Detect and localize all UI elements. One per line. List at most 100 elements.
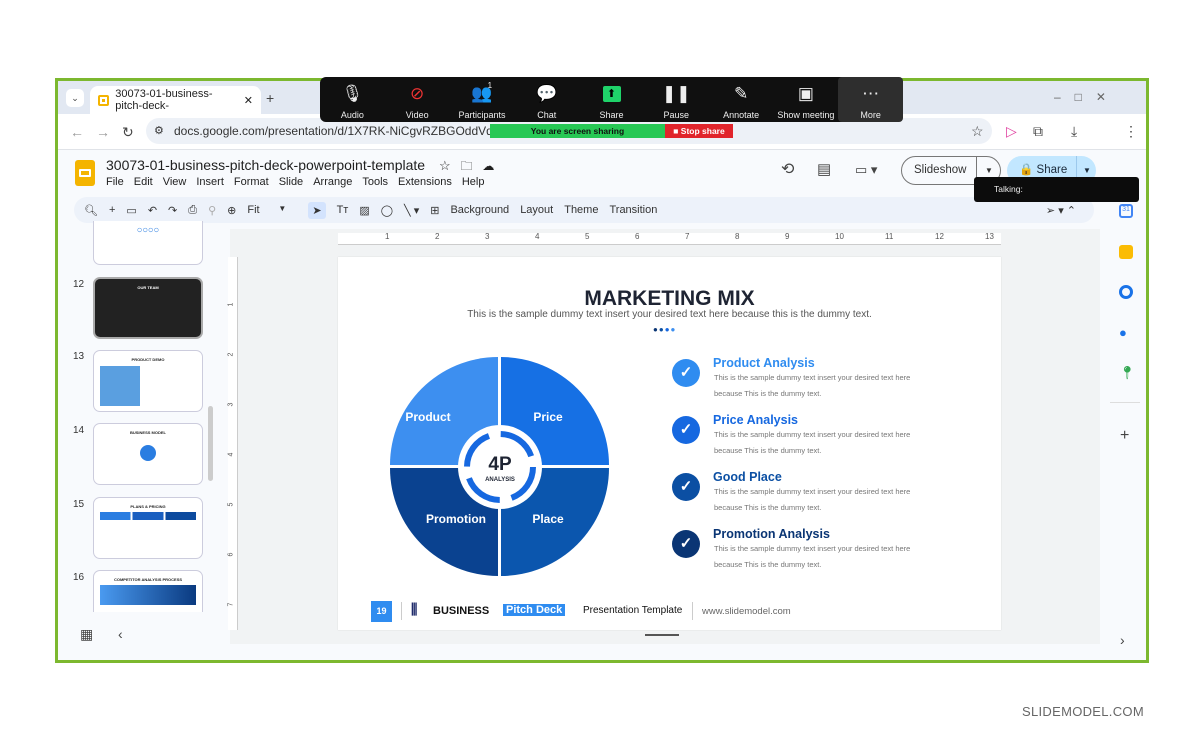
grid-view-icon[interactable]: ▦	[80, 627, 93, 641]
menu-view[interactable]: View	[163, 176, 187, 188]
page-number-badge: 19	[371, 601, 392, 622]
menu-file[interactable]: File	[106, 176, 124, 188]
footer-template: Presentation Template	[583, 605, 683, 616]
slide-number: 12	[73, 279, 85, 290]
slide[interactable]: MARKETING MIX This is the sample dummy t…	[338, 257, 1001, 630]
editor-toolbar: 🔍︎ + ▭ ↶ ↷ ⎙ ⚲ ⊕ Fit ▼ ➤ Tт ▨ ◯ ╲ ▾ ⊞ Background Lay…	[74, 197, 1094, 223]
new-slide-icon[interactable]: +	[109, 204, 115, 216]
ruler-tick-label: 2	[227, 352, 235, 357]
download-icon[interactable]: ⤓	[1071, 124, 1077, 138]
check-circle-icon: ✓	[672, 359, 700, 387]
undo-icon[interactable]: ↶	[148, 204, 157, 217]
decorative-dots: ●●●●	[653, 325, 677, 334]
extension-icon[interactable]: ▷	[1006, 124, 1017, 138]
zoom-button-label: Pause	[663, 110, 690, 120]
zoom-icon[interactable]: ⊕	[227, 204, 236, 217]
share-screen-icon: ⬆	[602, 86, 621, 102]
site-info-icon[interactable]: ⚙	[154, 118, 164, 144]
side-panel-divider	[1110, 402, 1140, 403]
ruler-tick-label: 5	[585, 232, 590, 241]
tasks-icon[interactable]	[1119, 285, 1133, 299]
cloud-saved-icon[interactable]: ☁	[482, 159, 494, 173]
slide-thumbnail-13[interactable]: PRODUCT DEMO	[93, 350, 203, 412]
slide-thumbnail-14[interactable]: BUSINESS MODEL	[93, 423, 203, 485]
reload-icon[interactable]: ↻	[122, 125, 134, 139]
forward-icon[interactable]: →	[96, 125, 110, 139]
zoom-chat-button[interactable]: 💬 Chat	[514, 77, 579, 122]
document-title[interactable]: 30073-01-business-pitch-deck-powerpoint-…	[106, 157, 494, 178]
menu-extensions[interactable]: Extensions	[398, 176, 452, 188]
contacts-icon[interactable]: ●	[1119, 325, 1133, 340]
slide-thumbnail-16[interactable]: COMPETITOR ANALYSIS PROCESS	[93, 570, 203, 612]
zoom-more-button[interactable]: ⋯ More	[838, 77, 904, 122]
stop-share-button[interactable]: ■ Stop share	[665, 124, 733, 138]
slides-logo[interactable]	[75, 160, 95, 186]
menu-slide[interactable]: Slide	[279, 176, 303, 188]
print-icon[interactable]: ⎙	[188, 204, 197, 217]
tab-search-icon[interactable]: ⌄	[66, 89, 84, 107]
filmstrip-scrollbar[interactable]	[208, 406, 213, 481]
move-folder-icon[interactable]: 🗀	[461, 159, 473, 173]
screen-sharing-indicator[interactable]: You are screen sharing	[490, 124, 665, 138]
show-side-panel-icon[interactable]: ›	[1120, 633, 1125, 647]
ruler-tick-label: 6	[635, 232, 640, 241]
menu-insert[interactable]: Insert	[196, 176, 224, 188]
comment-add-icon[interactable]: ⊞	[430, 204, 439, 217]
paint-format-icon[interactable]: ⚲	[208, 204, 216, 217]
zoom-share-button[interactable]: ⬆ Share	[579, 77, 644, 122]
window-controls[interactable]: –□✕	[1054, 91, 1120, 103]
text-box-icon[interactable]: Tт	[337, 204, 349, 216]
zoom-video-button[interactable]: ⊘ Video	[385, 77, 450, 122]
close-tab-icon[interactable]: ✕	[244, 94, 253, 107]
slide-subtitle: This is the sample dummy text insert you…	[467, 309, 872, 320]
layout-button[interactable]: Layout	[520, 204, 553, 216]
back-icon[interactable]: ←	[70, 125, 84, 139]
menu-arrange[interactable]: Arrange	[313, 176, 352, 188]
meet-camera-icon[interactable]: ▭ ▾	[855, 163, 877, 176]
image-icon[interactable]: ▨	[359, 204, 369, 217]
comments-icon[interactable]: ▤	[817, 162, 831, 177]
get-addons-icon[interactable]: +	[1120, 428, 1129, 444]
star-icon[interactable]: ☆	[439, 158, 451, 173]
speaker-notes-handle[interactable]	[645, 634, 679, 636]
zoom-participants-button[interactable]: 👥 Participants 1	[450, 77, 515, 122]
horizontal-ruler[interactable]: 1 2 3 4 5 6 7 8 9 10 11 12 13	[338, 232, 1001, 245]
theme-button[interactable]: Theme	[564, 204, 598, 216]
zoom-pause-button[interactable]: ❚❚ Pause	[644, 77, 709, 122]
menu-edit[interactable]: Edit	[134, 176, 153, 188]
chrome-menu-icon[interactable]: ⋮	[1124, 124, 1138, 138]
bookmark-star-icon[interactable]: ☆	[971, 124, 984, 138]
select-tool-icon[interactable]: ➤	[308, 201, 326, 219]
slide-thumbnail-12[interactable]: OUR TEAM	[93, 277, 203, 339]
collapse-filmstrip-icon[interactable]: ‹	[118, 627, 123, 641]
calendar-icon[interactable]: 31	[1119, 204, 1133, 218]
keep-icon[interactable]	[1119, 245, 1133, 259]
search-menus-icon[interactable]: 🔍︎	[84, 204, 98, 217]
layout-icon[interactable]: ▭	[126, 204, 136, 217]
zoom-show-meeting-button[interactable]: ▣ Show meeting	[773, 77, 838, 122]
pointer-tools-icon[interactable]: ➢ ▾ ⌃	[1046, 204, 1076, 217]
slide-thumbnail-15[interactable]: PLANS & PRICING	[93, 497, 203, 559]
vertical-ruler[interactable]: 1 2 3 4 5 6 7	[227, 257, 238, 630]
zoom-select[interactable]: Fit ▼	[247, 204, 297, 216]
new-tab-icon[interactable]: +	[266, 91, 274, 105]
redo-icon[interactable]: ↷	[168, 204, 177, 217]
zoom-audio-button[interactable]: 🎙 Audio	[320, 77, 385, 122]
maps-icon[interactable]: 📍︎	[1119, 365, 1136, 380]
slide-thumbnail-11[interactable]: ◯ ◯ ◯ ◯	[93, 221, 203, 265]
label-place: Place	[532, 512, 564, 526]
more-icon: ⋯	[862, 84, 880, 103]
extensions-puzzle-icon[interactable]: ⧉	[1033, 124, 1043, 138]
item-description: This is the sample dummy text insert you…	[714, 430, 911, 439]
background-button[interactable]: Background	[450, 204, 509, 216]
version-history-icon[interactable]: ⟲	[781, 162, 794, 178]
menu-tools[interactable]: Tools	[362, 176, 388, 188]
shape-icon[interactable]: ◯	[381, 204, 393, 217]
menu-format[interactable]: Format	[234, 176, 269, 188]
zoom-annotate-button[interactable]: ✎ Annotate	[709, 77, 774, 122]
menu-help[interactable]: Help	[462, 176, 485, 188]
browser-tab[interactable]: 30073-01-business-pitch-deck- ✕	[90, 86, 261, 114]
footer-website: www.slidemodel.com	[702, 606, 791, 617]
transition-button[interactable]: Transition	[609, 204, 657, 216]
line-icon[interactable]: ╲ ▾	[404, 204, 419, 217]
